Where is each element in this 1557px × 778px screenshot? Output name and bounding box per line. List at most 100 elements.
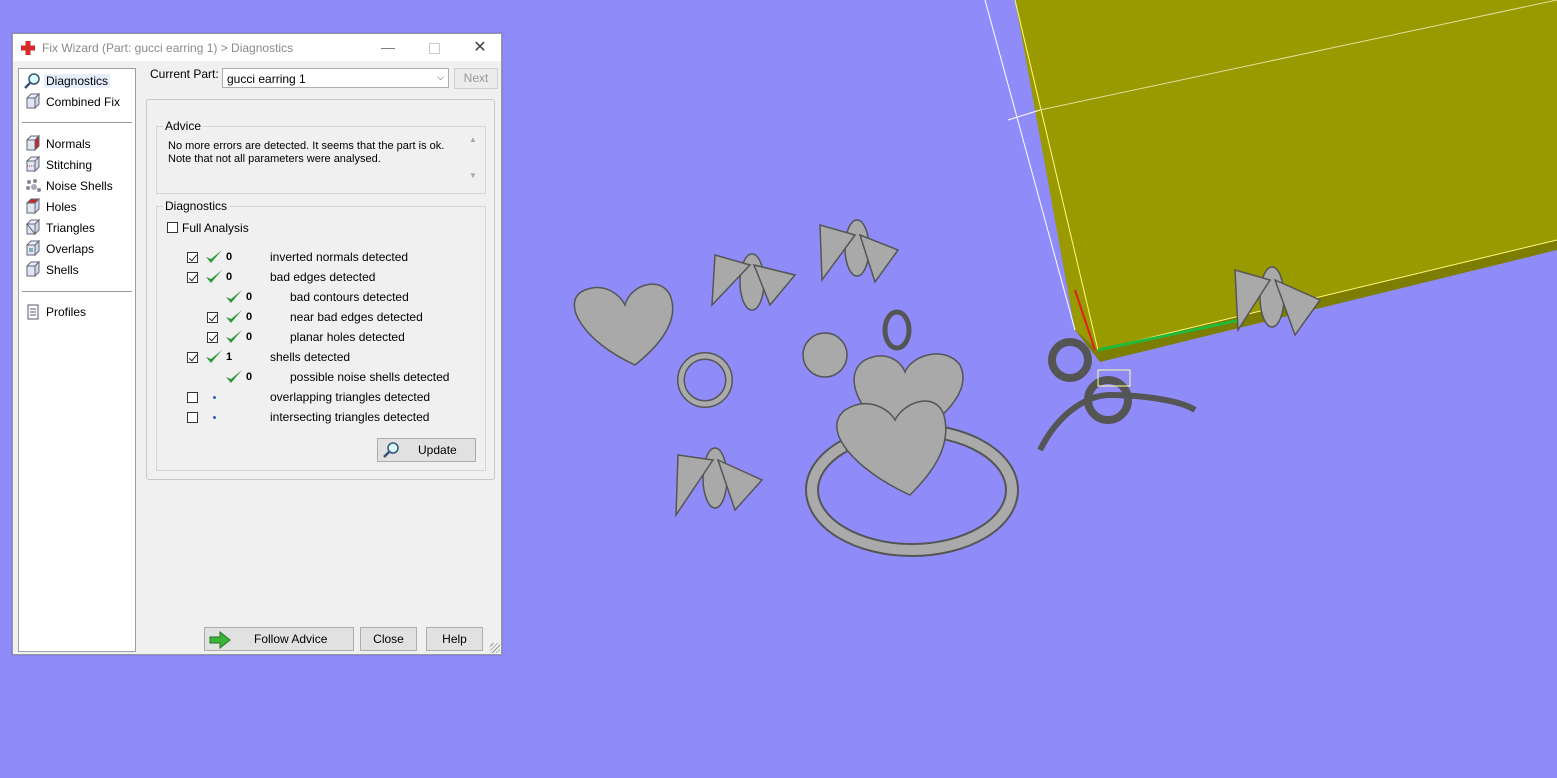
follow-advice-label: Follow Advice (254, 632, 328, 646)
sidebar-item-combined-fix[interactable]: Combined Fix (22, 92, 132, 112)
diagnostic-label: possible noise shells detected (290, 370, 450, 384)
dots-cube-icon (26, 179, 41, 192)
diagnostic-label: overlapping triangles detected (270, 390, 431, 404)
advice-title: Advice (163, 119, 204, 133)
magnifier-icon (24, 73, 40, 89)
diagnostic-count: 0 (246, 371, 253, 383)
next-button[interactable]: Next (454, 68, 498, 89)
close-button-label: Close (373, 632, 404, 646)
check-icon (206, 350, 222, 363)
sidebar-item-label: Overlaps (46, 242, 95, 256)
cube-icon (25, 93, 41, 110)
fix-wizard-dialog: Fix Wizard (Part: gucci earring 1) > Dia… (12, 33, 502, 655)
sidebar-item-label: Diagnostics (44, 74, 111, 88)
update-button-label: Update (418, 443, 457, 457)
cube-triangle-icon (25, 219, 41, 236)
diagnostic-checkbox[interactable] (207, 332, 218, 343)
diagnostic-label: shells detected (270, 350, 351, 364)
sidebar-item-label: Shells (46, 263, 79, 277)
cube-red-icon (25, 135, 41, 152)
advice-text: No more errors are detected. It seems th… (168, 140, 453, 166)
update-button[interactable]: Update (377, 438, 476, 462)
sidebar-item-holes[interactable]: Holes (22, 197, 132, 217)
bee-model-3 (675, 447, 764, 518)
diagnostic-checkbox[interactable] (187, 392, 198, 403)
sidebar-item-label: Triangles (46, 221, 95, 235)
resize-grip-icon[interactable] (490, 643, 500, 653)
document-icon (27, 304, 39, 320)
minimize-button[interactable]: — (365, 34, 411, 61)
minimize-icon: — (381, 39, 395, 55)
red-cross-icon (21, 41, 35, 55)
full-analysis-checkbox[interactable] (167, 222, 178, 233)
sidebar-item-stitching[interactable]: Stitching (22, 155, 132, 175)
diagnostics-group: Diagnostics Full Analysis 0 inverted norm… (156, 199, 486, 471)
diagnostic-count: 0 (246, 311, 253, 323)
sidebar-item-overlaps[interactable]: Overlaps (22, 239, 132, 259)
close-button[interactable]: Close (360, 627, 417, 651)
cube-stitch-icon (25, 156, 41, 173)
next-button-label: Next (463, 71, 489, 85)
cube-shell-icon (25, 261, 41, 278)
diagnostics-title: Diagnostics (163, 199, 230, 213)
follow-advice-button[interactable]: Follow Advice (204, 627, 354, 651)
diagnostic-label: planar holes detected (290, 330, 405, 344)
sidebar-item-label: Noise Shells (46, 179, 113, 193)
title-bar[interactable]: Fix Wizard (Part: gucci earring 1) > Dia… (13, 34, 501, 61)
diagnostic-label: intersecting triangles detected (270, 410, 430, 424)
pending-dot-icon (213, 396, 216, 399)
advice-line-2: Note that not all parameters were analys… (168, 153, 381, 165)
fix-sidebar: Diagnostics Combined Fix Normals Stitchi… (18, 68, 136, 652)
diagnostic-label: near bad edges detected (290, 310, 423, 324)
check-icon (206, 270, 222, 283)
sidebar-divider (22, 122, 132, 123)
magnifier-icon (383, 442, 399, 458)
diagnostic-count: 0 (246, 331, 253, 343)
sidebar-item-profiles[interactable]: Profiles (22, 302, 132, 322)
diagnostic-label: inverted normals detected (270, 250, 409, 264)
diagnostic-checkbox[interactable] (187, 412, 198, 423)
scroll-up-icon[interactable]: ▲ (469, 135, 477, 144)
diagnostic-count: 0 (226, 271, 233, 283)
cube-overlap-icon (25, 240, 41, 257)
sidebar-item-normals[interactable]: Normals (22, 134, 132, 154)
help-button-label: Help (442, 632, 467, 646)
bee-model-2 (819, 219, 900, 284)
check-icon (226, 370, 242, 383)
pending-dot-icon (213, 416, 216, 419)
diagnostic-checkbox[interactable] (187, 252, 198, 263)
advice-scrollbar[interactable]: ▲ ▼ (469, 135, 483, 185)
sidebar-item-label: Normals (46, 137, 91, 151)
diagnostic-count: 0 (226, 251, 233, 263)
sidebar-item-label: Stitching (46, 158, 93, 172)
bee-model-1 (711, 253, 797, 311)
current-part-label: Current Part: (150, 67, 219, 81)
sidebar-item-shells[interactable]: Shells (22, 260, 132, 280)
diagnostic-checkbox[interactable] (187, 352, 198, 363)
help-button[interactable]: Help (426, 627, 483, 651)
check-icon (226, 330, 242, 343)
maximize-button[interactable] (411, 34, 457, 61)
diagnostic-count: 0 (246, 291, 253, 303)
full-analysis-label: Full Analysis (182, 221, 249, 235)
sidebar-item-label: Combined Fix (46, 95, 121, 109)
current-part-select[interactable]: gucci earring 1 ⌵ (222, 68, 449, 88)
close-window-button[interactable]: ✕ (457, 34, 503, 61)
current-part-value: gucci earring 1 (227, 72, 306, 86)
scroll-down-icon[interactable]: ▼ (469, 171, 477, 180)
diagnostic-checkbox[interactable] (187, 272, 198, 283)
green-arrow-icon (209, 631, 231, 649)
chevron-down-icon: ⌵ (437, 72, 444, 82)
check-icon (226, 290, 242, 303)
advice-group: Advice No more errors are detected. It s… (156, 119, 486, 194)
check-icon (226, 310, 242, 323)
diagnostics-panel: Advice No more errors are detected. It s… (146, 99, 495, 480)
diagnostic-checkbox[interactable] (207, 312, 218, 323)
sidebar-item-triangles[interactable]: Triangles (22, 218, 132, 238)
sidebar-item-label: Profiles (46, 305, 87, 319)
diagnostic-label: bad contours detected (290, 290, 409, 304)
sidebar-item-noise-shells[interactable]: Noise Shells (22, 176, 132, 196)
sidebar-item-diagnostics[interactable]: Diagnostics (22, 71, 132, 91)
sidebar-item-label: Holes (46, 200, 77, 214)
advice-line-1: No more errors are detected. It seems th… (168, 140, 445, 152)
